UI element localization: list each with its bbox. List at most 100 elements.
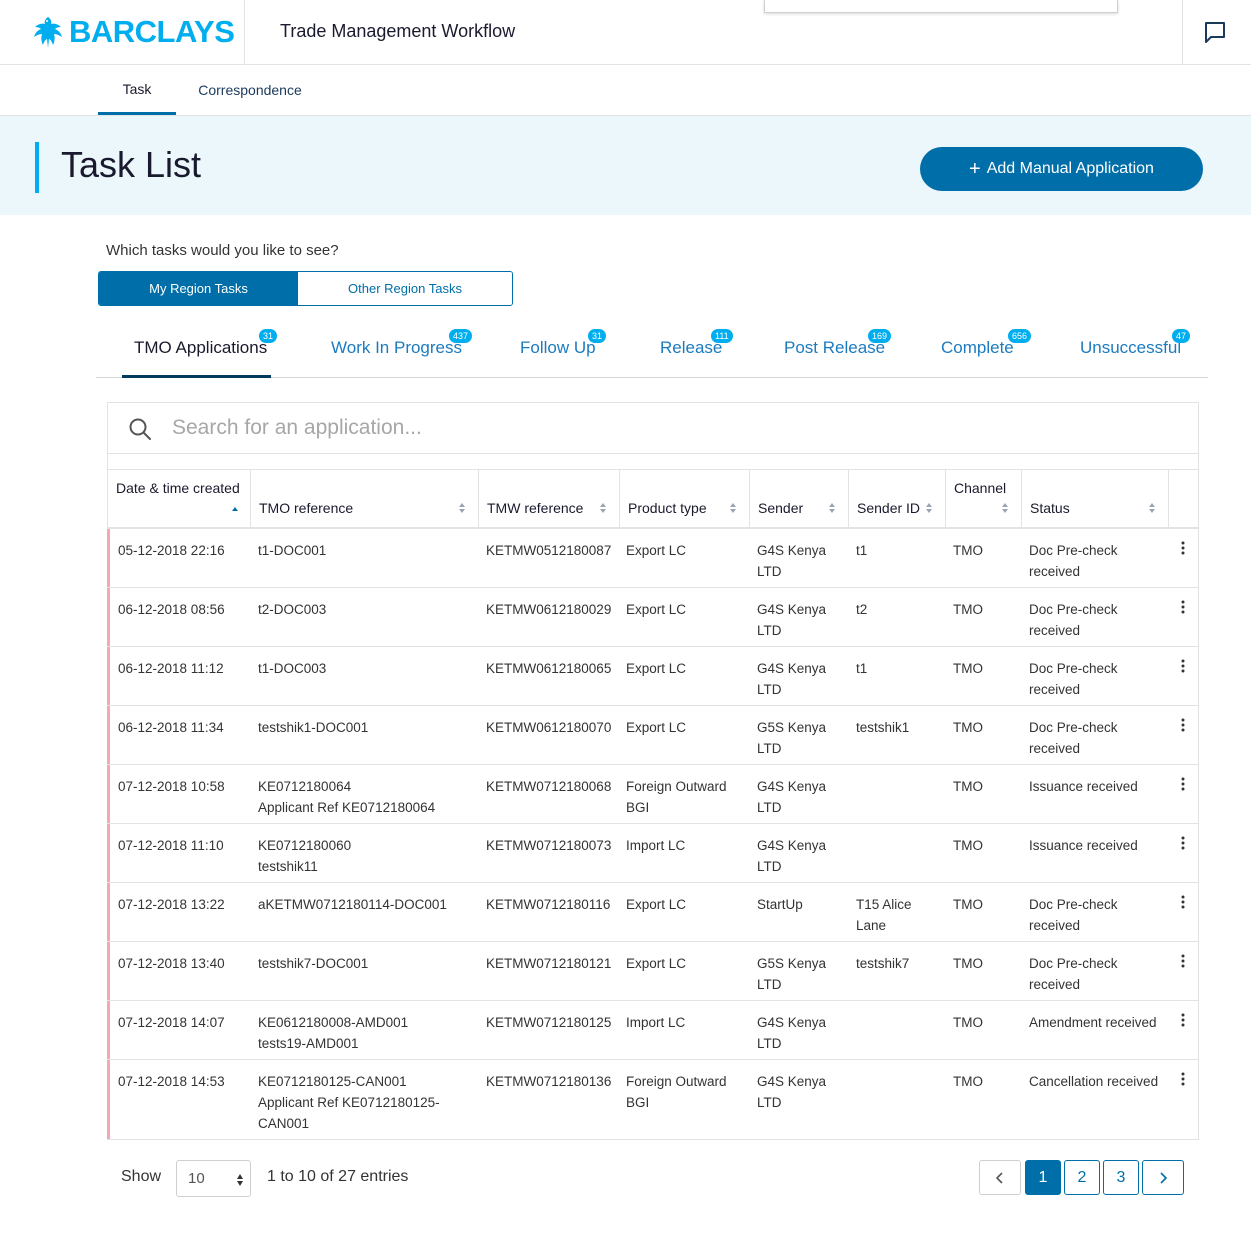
tab-work-in-progress[interactable]: Work In Progress 437 [318,322,478,377]
page-2-button[interactable]: 2 [1064,1160,1100,1195]
cell-sender-id: t2 [856,599,867,620]
cell-product-type: Export LC [626,894,686,915]
column-label: TMO reference [259,500,354,516]
cell-status: Doc Pre-check received [1029,894,1118,936]
row-more-icon[interactable] [1180,954,1186,968]
cell-sender: G5S Kenya LTD [757,717,826,759]
cell-line: G4S Kenya [757,661,827,676]
tab-complete[interactable]: Complete 656 [929,322,1039,377]
sort-icon [1002,503,1008,513]
cell-line: TMO [953,779,983,794]
prev-page-button[interactable] [979,1160,1021,1195]
cell-line: G4S Kenya [757,1074,827,1089]
row-more-icon[interactable] [1180,600,1186,614]
cell-product-type: Export LC [626,717,686,738]
cell-sender: G4S Kenya LTD [757,658,826,700]
cell-line: Doc Pre-check [1029,956,1118,971]
table-row[interactable]: 07-12-2018 13:40 testshik7-DOC001 KETMW071… [107,942,1198,1001]
cell-line: KETMW0712180073 [486,838,612,853]
cell-line: 07-12-2018 11:10 [118,838,224,853]
cell-line: received [1029,741,1081,756]
cell-channel: TMO [953,1071,983,1092]
other-region-tasks-button[interactable]: Other Region Tasks [298,272,512,305]
cell-status: Issuance received [1029,776,1138,797]
row-more-icon[interactable] [1180,718,1186,732]
row-more-icon[interactable] [1180,1072,1186,1086]
cell-line: BGI [626,800,650,815]
cell-line: G4S Kenya [757,779,827,794]
table-row[interactable]: 07-12-2018 11:10 KE0712180060 testshik11 KE… [107,824,1198,883]
table-row[interactable]: 06-12-2018 11:34 testshik1-DOC001 KETMW061… [107,706,1198,765]
cell-sender-id: testshik1 [856,717,909,738]
add-button-label: Add Manual Application [986,160,1154,177]
cell-date: 06-12-2018 08:56 [118,599,225,620]
tab-release[interactable]: Release 111 [648,322,748,377]
tab-task[interactable]: Task [98,65,176,115]
cell-line: KETMW0612180029 [486,602,612,617]
cell-line: TMO [953,1015,983,1030]
cell-line: TMO [953,897,983,912]
table-row[interactable]: 07-12-2018 13:22 aKETMW0712180114-DOC001 K… [107,883,1198,942]
tab-correspondence[interactable]: Correspondence [190,65,310,115]
plus-icon: + [969,158,981,180]
cell-line: Applicant Ref KE0712180125- [258,1095,440,1110]
cell-product-type: Import LC [626,1012,685,1033]
cell-date: 07-12-2018 14:07 [118,1012,225,1033]
row-more-icon[interactable] [1180,777,1186,791]
cell-line: TMO [953,720,983,735]
cell-line: KE0712180064 [258,779,352,794]
cell-status: Cancellation received [1029,1071,1158,1092]
col-status[interactable]: Status [1022,470,1169,528]
tab-tmo-applications[interactable]: TMO Applications 31 [122,322,278,378]
add-manual-application-button[interactable]: + Add Manual Application [920,147,1203,191]
col-product-type[interactable]: Product type [620,470,750,528]
col-channel[interactable]: Channel [946,470,1022,528]
tab-post-release[interactable]: Post Release 169 [772,322,902,377]
next-page-button[interactable] [1142,1160,1184,1195]
cell-sender: G4S Kenya LTD [757,1071,826,1113]
row-more-icon[interactable] [1180,1013,1186,1027]
cell-line: t2-DOC003 [258,602,327,617]
col-sender[interactable]: Sender [750,470,849,528]
table-row[interactable]: 07-12-2018 14:53 KE0712180125-CAN001 Appli… [107,1060,1198,1140]
tab-label: Work In Progress [331,338,463,357]
table-row[interactable]: 06-12-2018 08:56 t2-DOC003 KETMW0612180029… [107,588,1198,647]
page-size-select[interactable]: 10 [176,1160,251,1197]
row-more-icon[interactable] [1180,836,1186,850]
table-row[interactable]: 07-12-2018 14:07 KE0612180008-AMD001 tests… [107,1001,1198,1060]
chevron-left-icon [995,1171,1003,1184]
entries-info: 1 to 10 of 27 entries [267,1168,409,1185]
row-more-icon[interactable] [1180,541,1186,555]
cell-line: T15 Alice [856,897,912,912]
my-region-tasks-button[interactable]: My Region Tasks [99,272,298,305]
cell-line: KETMW0712180136 [486,1074,612,1089]
tab-follow-up[interactable]: Follow Up 31 [508,322,618,377]
cell-line: G4S Kenya [757,543,827,558]
tab-label: Complete [941,338,1014,357]
count-badge: 437 [449,329,473,343]
page-3-button[interactable]: 3 [1103,1160,1139,1195]
search-input[interactable] [172,413,1072,443]
table-row[interactable]: 05-12-2018 22:16 t1-DOC001 KETMW0512180087… [107,529,1198,588]
cell-line: t1-DOC001 [258,543,327,558]
tab-unsuccessful[interactable]: Unsuccessful 47 [1068,322,1198,377]
cell-line: 06-12-2018 11:12 [118,661,224,676]
row-more-icon[interactable] [1180,895,1186,909]
col-date-created[interactable]: Date & time created [108,470,251,528]
cell-status: Doc Pre-check received [1029,717,1118,759]
col-tmw-reference[interactable]: TMW reference [479,470,620,528]
table-row[interactable]: 07-12-2018 10:58 KE0712180064 Applicant Re… [107,765,1198,824]
chat-button[interactable] [1201,18,1229,46]
table-row[interactable]: 06-12-2018 11:12 t1-DOC003 KETMW0612180065… [107,647,1198,706]
barclays-logo[interactable]: BARCLAYS [32,14,235,50]
cell-line: LTD [757,682,782,697]
row-more-icon[interactable] [1180,659,1186,673]
cell-product-type: Foreign Outward BGI [626,1071,727,1113]
col-tmo-reference[interactable]: TMO reference [251,470,479,528]
cell-sender-id: t1 [856,540,867,561]
row-accent [107,588,110,646]
page-1-button[interactable]: 1 [1025,1160,1061,1195]
col-sender-id[interactable]: Sender ID [849,470,946,528]
cell-line: KETMW0712180121 [486,956,612,971]
count-badge: 111 [711,329,733,343]
